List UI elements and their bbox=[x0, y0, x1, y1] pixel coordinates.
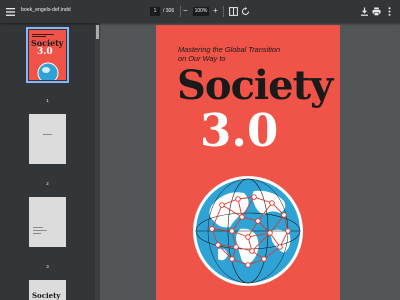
zoom-level-input[interactable]: 100% bbox=[193, 7, 209, 16]
pdf-toolbar: boek_engels-def.indd 1 / 306 − 100% + bbox=[0, 0, 400, 23]
cover-subtitle: Mastering the Global Transition on Our W… bbox=[178, 45, 280, 63]
page-thumbnail-2[interactable] bbox=[29, 114, 66, 164]
zoom-in-button[interactable]: + bbox=[213, 5, 218, 17]
cover-title: Society bbox=[177, 62, 333, 109]
document-viewer: Mastering the Global Transition on Our W… bbox=[100, 23, 400, 300]
thumbnail-number: 3 bbox=[46, 264, 49, 269]
page-thumbnail-4[interactable]: Society bbox=[29, 280, 66, 300]
thumbnail-number: 1 bbox=[46, 98, 49, 103]
rotate-icon[interactable] bbox=[239, 5, 252, 18]
toolbar-divider bbox=[223, 6, 224, 17]
cover-version: 3.0 bbox=[200, 104, 279, 157]
thumb-text-line bbox=[33, 227, 43, 228]
thumb-text-line bbox=[33, 233, 41, 234]
thumb-title: Society bbox=[32, 291, 61, 300]
document-title: boek_engels-def.indd bbox=[21, 7, 71, 13]
thumbnail-sidebar: Society 3.0 1 2 3 Society bbox=[0, 23, 95, 300]
page-total: / 306 bbox=[163, 8, 175, 14]
page-thumbnail-1[interactable]: Society 3.0 bbox=[26, 27, 69, 83]
thumbnail-number: 2 bbox=[46, 181, 49, 186]
cover-subtitle-line-1: Mastering the Global Transition bbox=[178, 45, 281, 54]
toolbar-divider bbox=[180, 6, 181, 17]
print-icon[interactable] bbox=[370, 5, 383, 18]
thumb-text-line bbox=[33, 230, 47, 231]
page-number-input[interactable]: 1 bbox=[150, 7, 160, 16]
thumb-subtitle-line bbox=[32, 34, 54, 35]
more-vert-icon[interactable] bbox=[383, 5, 396, 18]
cover-page: Mastering the Global Transition on Our W… bbox=[156, 25, 340, 300]
thumb-globe-icon bbox=[37, 62, 59, 80]
page-thumbnail-3[interactable] bbox=[29, 197, 66, 247]
thumb-text-line bbox=[43, 134, 52, 135]
sidebar-scrollbar-thumb[interactable] bbox=[96, 25, 99, 39]
zoom-out-button[interactable]: − bbox=[183, 6, 188, 16]
menu-icon[interactable] bbox=[4, 5, 17, 18]
globe-network-illustration bbox=[193, 176, 303, 286]
thumb-version: 3.0 bbox=[37, 47, 53, 57]
thumb-subtitle-line bbox=[32, 36, 46, 37]
